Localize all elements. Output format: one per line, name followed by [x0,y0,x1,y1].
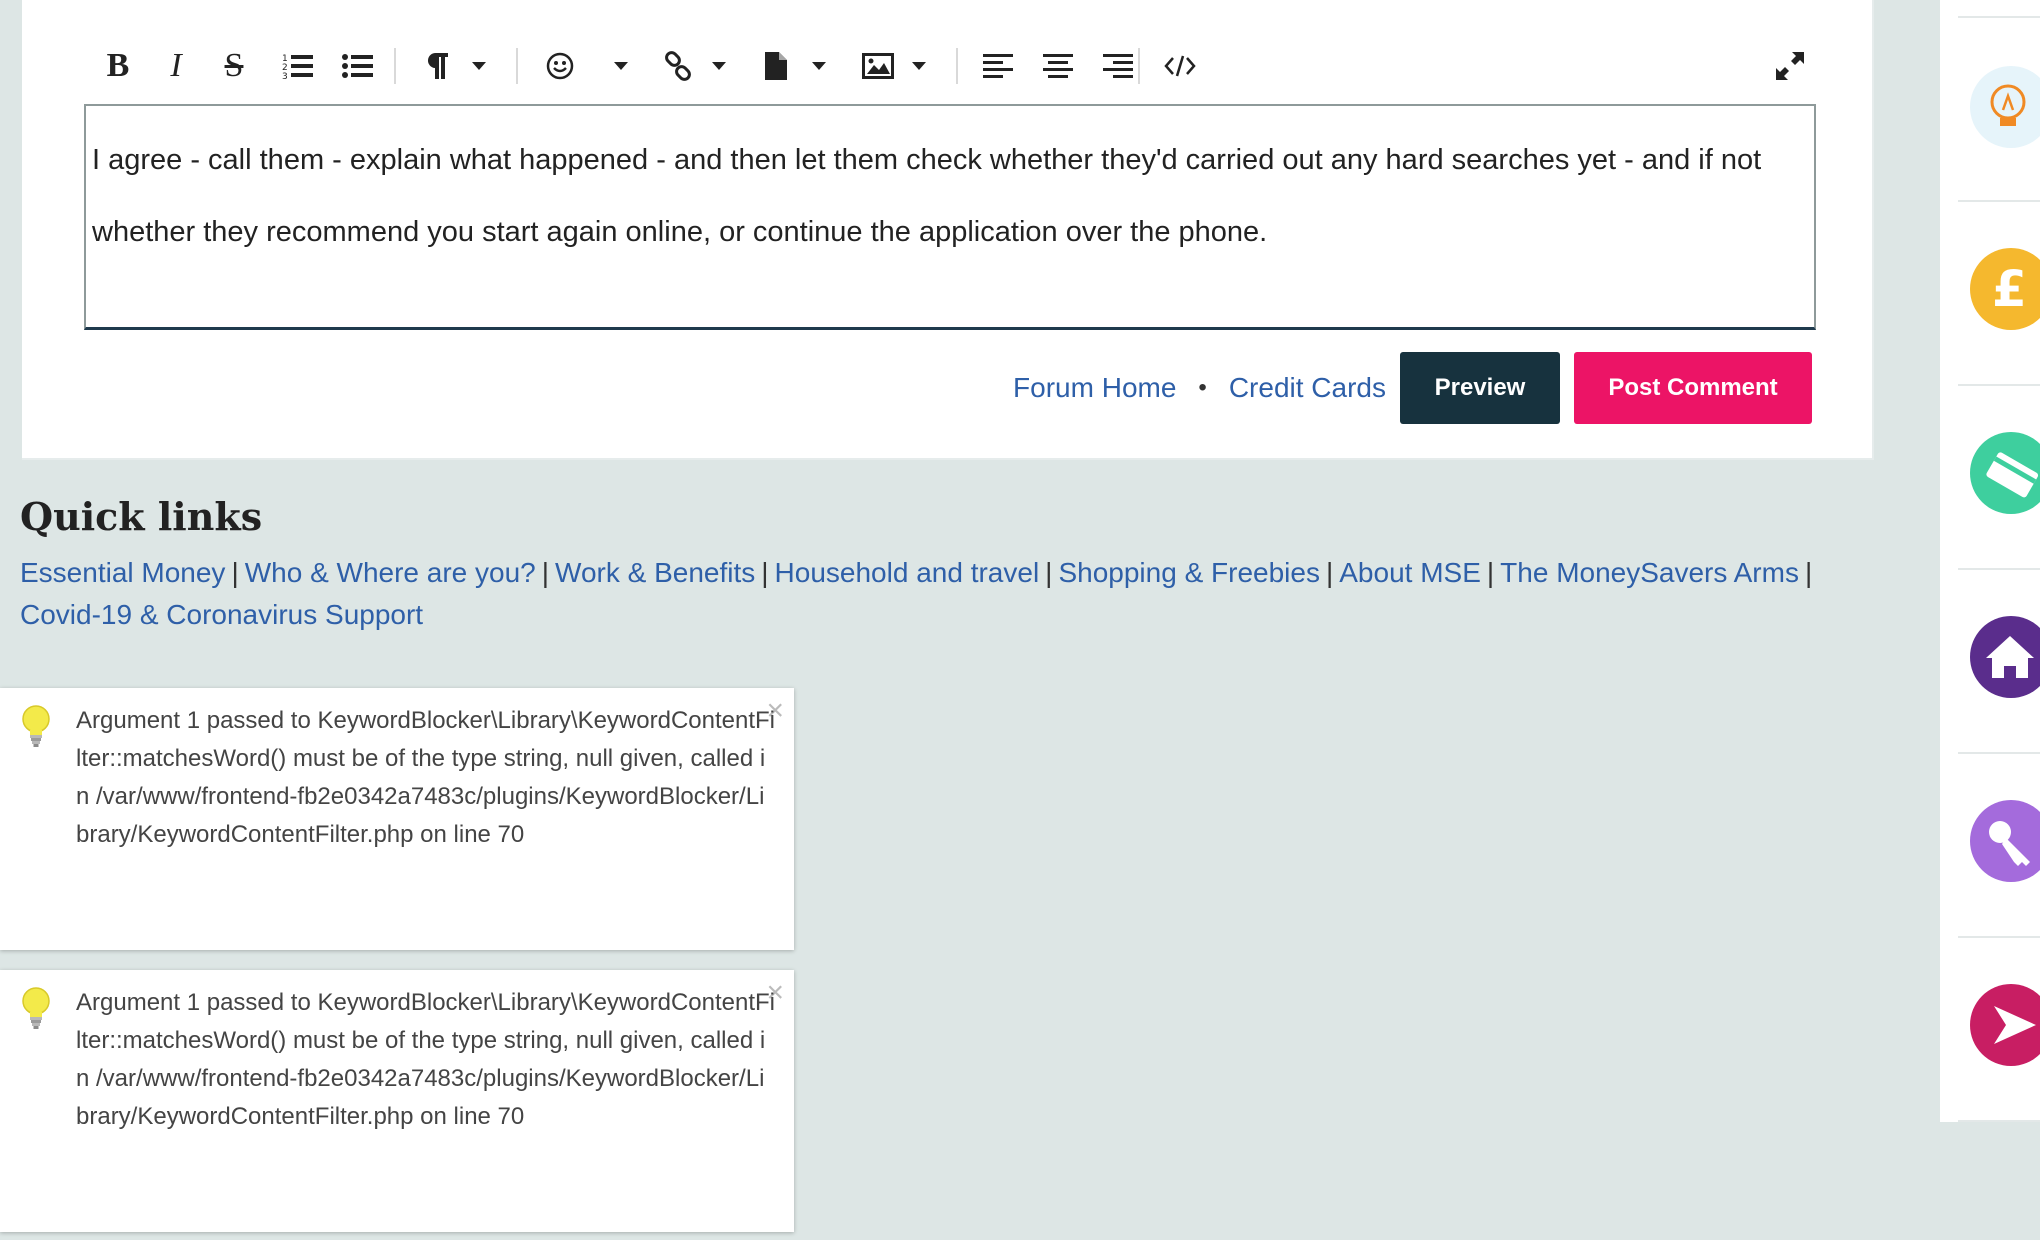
preview-button[interactable]: Preview [1400,352,1560,424]
toolbar-divider [1138,48,1140,84]
breadcrumb-forum-home[interactable]: Forum Home [1013,372,1176,404]
quick-link[interactable]: Essential Money [20,557,225,588]
bold-button[interactable]: B [98,42,138,90]
rail-divider [1958,936,2040,938]
quick-link-separator: | [231,557,239,588]
image-dropdown-chevron-down-icon[interactable] [908,42,930,90]
file-icon[interactable] [758,42,794,90]
notification-message: Argument 1 passed to KeywordBlocker\Libr… [76,989,775,1130]
comment-editor: B I S 123 I agree - call them - explain … [22,0,1874,460]
toolbar-divider [956,48,958,84]
quick-link[interactable]: About MSE [1339,557,1481,588]
key-icon[interactable] [1970,800,2040,882]
comment-textarea[interactable]: I agree - call them - explain what happe… [84,104,1816,330]
fullscreen-expand-icon[interactable] [1768,42,1812,90]
ideas-bulb-icon[interactable] [1970,66,2040,148]
quick-link-separator: | [1486,557,1495,588]
quick-link-separator: | [541,557,550,588]
ordered-list-icon[interactable]: 123 [276,42,320,90]
rail-divider [1958,16,2040,18]
quick-link[interactable]: Covid-19 & Coronavirus Support [20,599,423,630]
post-comment-button[interactable]: Post Comment [1574,352,1812,424]
quick-link-separator: | [1045,557,1053,588]
link-dropdown-chevron-down-icon[interactable] [708,42,730,90]
quick-link-separator: | [1325,557,1334,588]
paragraph-dropdown-chevron-down-icon[interactable] [468,42,490,90]
rail-divider [1958,752,2040,754]
bullet-list-icon[interactable] [336,42,380,90]
pound-icon[interactable]: £ [1970,248,2040,330]
quick-links-list: Essential Money | Who & Where are you? | Wor… [20,552,1880,636]
error-notification: × Argument 1 passed to KeywordBlocker\Li… [0,688,794,950]
italic-button[interactable]: I [158,42,194,90]
file-dropdown-chevron-down-icon[interactable] [808,42,830,90]
strikethrough-button[interactable]: S [214,42,254,90]
quick-link[interactable]: Household and travel [775,557,1040,588]
quick-link[interactable]: Shopping & Freebies [1058,557,1320,588]
rail-divider [1958,200,2040,202]
link-icon[interactable] [658,42,698,90]
right-sidebar: £ [1940,0,2040,1122]
breadcrumb-credit-cards[interactable]: Credit Cards [1229,372,1386,404]
svg-text:3: 3 [282,72,288,80]
notification-message: Argument 1 passed to KeywordBlocker\Libr… [76,707,775,848]
emoji-icon[interactable] [540,42,580,90]
align-center-icon[interactable] [1038,42,1078,90]
error-notification: × Argument 1 passed to KeywordBlocker\Li… [0,970,794,1232]
rail-divider [1958,384,2040,386]
quick-link[interactable]: Who & Where are you? [245,557,536,588]
image-icon[interactable] [858,42,898,90]
lightbulb-icon [20,986,52,1035]
align-right-icon[interactable] [1098,42,1138,90]
editor-actions: Forum Home • Credit Cards Preview Post C… [1013,352,1812,424]
house-icon[interactable] [1970,616,2040,698]
breadcrumb-separator: • [1198,374,1207,401]
rail-divider [1958,1120,2040,1122]
toolbar-divider [394,48,396,84]
quick-links-title: Quick links [20,494,263,539]
lightbulb-icon [20,704,52,753]
arrow-icon[interactable] [1970,984,2040,1066]
card-icon[interactable] [1970,432,2040,514]
quick-link-separator: | [761,557,769,588]
quick-link[interactable]: The MoneySavers Arms [1500,557,1799,588]
align-left-icon[interactable] [978,42,1018,90]
rail-divider [1958,568,2040,570]
svg-text:£: £ [1992,260,2027,318]
emoji-dropdown-chevron-down-icon[interactable] [610,42,632,90]
quick-link[interactable]: Work & Benefits [555,557,755,588]
quick-link-separator: | [1804,557,1813,588]
paragraph-icon[interactable] [418,42,458,90]
toolbar-divider [516,48,518,84]
code-view-icon[interactable] [1158,42,1202,90]
